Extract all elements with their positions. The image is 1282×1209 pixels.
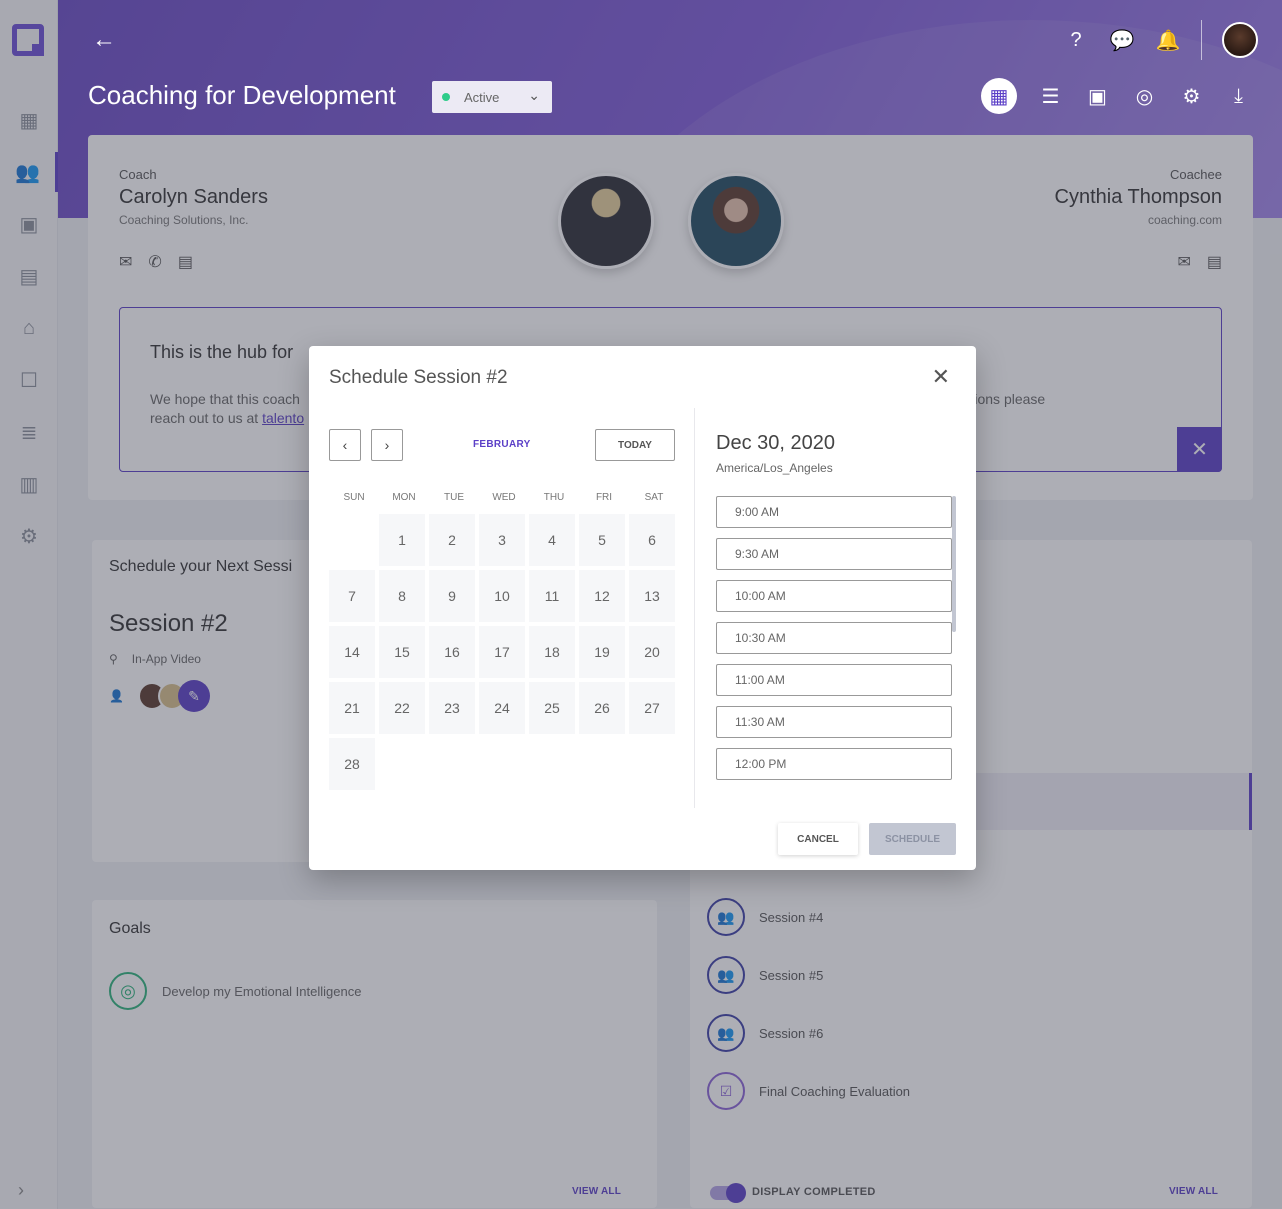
time-slot-button[interactable]: 10:00 AM <box>716 580 952 612</box>
calendar-day[interactable]: 20 <box>629 626 675 678</box>
time-slot-list: 9:00 AM 9:30 AM 10:00 AM 10:30 AM 11:00 AM 11… <box>716 496 952 790</box>
weekday-label: SUN <box>343 492 365 503</box>
status-dot-icon <box>442 93 450 101</box>
modal-title: Schedule Session #2 <box>329 367 508 388</box>
time-slot-button[interactable]: 11:30 AM <box>716 706 952 738</box>
time-slot-button[interactable]: 9:30 AM <box>716 538 952 570</box>
calendar-day[interactable]: 18 <box>529 626 575 678</box>
portrait-view-icon[interactable]: ▣ <box>1084 78 1111 114</box>
calendar-day[interactable]: 24 <box>479 682 525 734</box>
timezone-label: America/Los_Angeles <box>716 461 833 475</box>
help-icon[interactable]: ? <box>1063 29 1089 52</box>
calendar-day[interactable]: 26 <box>579 682 625 734</box>
today-button[interactable]: TODAY <box>595 429 675 461</box>
weekday-label: THU <box>543 492 565 503</box>
schedule-button[interactable]: SCHEDULE <box>869 823 956 855</box>
status-value: Active <box>464 89 500 105</box>
calendar-day[interactable]: 9 <box>429 570 475 622</box>
target-view-icon[interactable]: ◎ <box>1131 78 1158 114</box>
calendar-day[interactable]: 27 <box>629 682 675 734</box>
cancel-button[interactable]: CANCEL <box>778 823 858 855</box>
weekday-label: MON <box>392 492 416 503</box>
next-month-button[interactable]: › <box>371 429 403 461</box>
weekday-label: TUE <box>444 492 464 503</box>
calendar-day[interactable]: 8 <box>379 570 425 622</box>
view-switcher: ▦ ☰ ▣ ◎ ⚙ ⤓ <box>981 78 1252 114</box>
weekday-header: SUN MON TUE WED THU FRI SAT <box>329 492 679 503</box>
chevron-down-icon: ⌄ <box>528 87 540 103</box>
chevron-left-icon: ‹ <box>342 437 348 453</box>
calendar-day[interactable]: 4 <box>529 514 575 566</box>
calendar-day[interactable]: 13 <box>629 570 675 622</box>
time-slot-button[interactable]: 9:00 AM <box>716 496 952 528</box>
calendar-day[interactable]: 1 <box>379 514 425 566</box>
top-toolbar: ? 💬 🔔 <box>1063 20 1258 60</box>
divider <box>1201 20 1202 60</box>
calendar-day[interactable]: 3 <box>479 514 525 566</box>
calendar-day[interactable]: 15 <box>379 626 425 678</box>
calendar-grid: 1 2 3 4 5 6 7 8 9 10 11 12 13 14 15 16 17 18 19 20 21 22 23 24 2… <box>329 512 679 792</box>
chevron-right-icon: › <box>384 437 390 453</box>
chat-icon[interactable]: 💬 <box>1109 28 1135 53</box>
time-slot-button[interactable]: 12:00 PM <box>716 748 952 780</box>
list-view-icon[interactable]: ☰ <box>1037 78 1064 114</box>
selected-date: Dec 30, 2020 <box>716 432 835 454</box>
status-select[interactable]: Active ⌄ <box>432 81 552 113</box>
calendar-day[interactable]: 7 <box>329 570 375 622</box>
calendar-day[interactable]: 5 <box>579 514 625 566</box>
weekday-label: WED <box>492 492 516 503</box>
month-label: FEBRUARY <box>473 439 531 450</box>
divider <box>694 408 695 808</box>
calendar-day[interactable]: 2 <box>429 514 475 566</box>
calendar-day[interactable]: 14 <box>329 626 375 678</box>
page-title: Coaching for Development <box>88 80 396 110</box>
weekday-label: SAT <box>644 492 664 503</box>
back-arrow-icon[interactable]: ← <box>92 26 116 54</box>
calendar-day[interactable]: 23 <box>429 682 475 734</box>
download-icon[interactable]: ⤓ <box>1225 78 1252 114</box>
time-slot-button[interactable]: 10:30 AM <box>716 622 952 654</box>
calendar-day[interactable]: 11 <box>529 570 575 622</box>
calendar-blank-cell <box>329 514 375 566</box>
notifications-icon[interactable]: 🔔 <box>1155 28 1181 53</box>
schedule-session-modal: Schedule Session #2 ✕ ‹ › FEBRUARY TODAY… <box>309 346 976 870</box>
weekday-label: FRI <box>595 492 613 503</box>
time-slot-scrollbar[interactable] <box>952 496 956 632</box>
close-icon[interactable]: ✕ <box>932 364 950 390</box>
calendar-day[interactable]: 17 <box>479 626 525 678</box>
calendar-day[interactable]: 19 <box>579 626 625 678</box>
calendar-day[interactable]: 22 <box>379 682 425 734</box>
calendar-day[interactable]: 21 <box>329 682 375 734</box>
previous-month-button[interactable]: ‹ <box>329 429 361 461</box>
calendar-day[interactable]: 28 <box>329 738 375 790</box>
time-slot-button[interactable]: 11:00 AM <box>716 664 952 696</box>
calendar-day[interactable]: 16 <box>429 626 475 678</box>
calendar-day[interactable]: 12 <box>579 570 625 622</box>
user-avatar[interactable] <box>1222 22 1258 58</box>
dashboard-view-icon[interactable]: ▦ <box>981 78 1017 114</box>
calendar-day[interactable]: 10 <box>479 570 525 622</box>
calendar-day[interactable]: 25 <box>529 682 575 734</box>
settings-view-icon[interactable]: ⚙ <box>1178 78 1205 114</box>
calendar-day[interactable]: 6 <box>629 514 675 566</box>
